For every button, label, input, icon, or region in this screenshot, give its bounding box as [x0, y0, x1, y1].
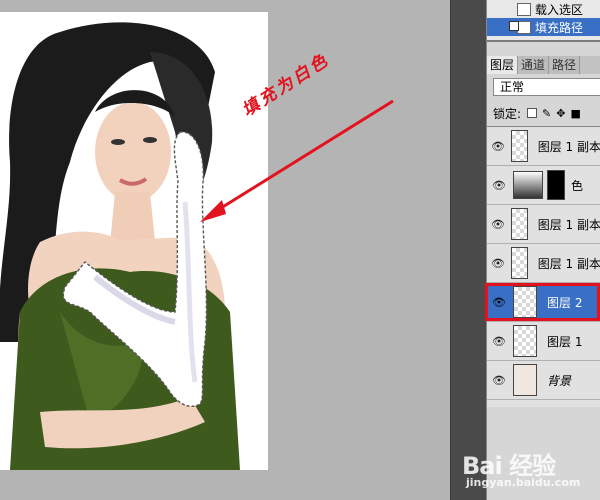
lock-row: 锁定: ✎ ✥ ■: [493, 104, 581, 122]
layer-thumbnail: [510, 208, 528, 240]
layer-thumbnail: [510, 130, 528, 162]
path-item-label: 填充路径: [535, 20, 584, 35]
lock-label: 锁定:: [493, 106, 522, 121]
adjustment-thumbnail: [513, 171, 543, 199]
watermark: Bai 经验 jingyan.baidu.com: [462, 446, 580, 489]
layer-name: 图层 1: [547, 334, 583, 349]
layer-name: 图层 1 副本: [537, 139, 600, 154]
layer-name: 图层 1 副本: [537, 217, 600, 232]
layer-name: 背景: [547, 373, 572, 388]
lock-transparency-checkbox[interactable]: [527, 108, 538, 118]
watermark-url: jingyan.baidu.com: [466, 476, 581, 489]
eye-icon[interactable]: 👁: [491, 257, 505, 270]
panel-tabs: 图层 通道 路径: [487, 56, 600, 74]
layer-row[interactable]: 👁 色: [487, 166, 600, 205]
right-panels: 载入选区 填充路径 图层 通道 路径 正常 锁定: ✎ ✥ ■ 👁 图层 1 副…: [485, 0, 600, 500]
eye-icon[interactable]: 👁: [491, 179, 507, 192]
tab-channels[interactable]: 通道: [518, 56, 550, 74]
path-item-load-selection[interactable]: 载入选区: [487, 0, 600, 18]
panel-dock-strip: [450, 0, 487, 500]
layer-name: 色: [571, 178, 584, 193]
eye-icon[interactable]: 👁: [491, 218, 505, 231]
visibility-checkbox[interactable]: [509, 21, 519, 31]
layer-row[interactable]: 👁 图层 1 副本: [487, 127, 600, 166]
path-item-fill-path[interactable]: 填充路径: [487, 18, 600, 36]
path-thumbnail: [517, 20, 531, 34]
path-thumbnail: [517, 2, 531, 16]
lock-all-icon[interactable]: ■: [570, 107, 580, 120]
blend-mode-select[interactable]: 正常: [493, 78, 600, 96]
canvas-area[interactable]: 填充为白色: [0, 0, 450, 500]
layers-list: 👁 图层 1 副本 👁 色 👁 图层 1 副本 👁 图层 1 副本 👁 图层 2…: [487, 126, 600, 407]
paths-panel: 载入选区 填充路径: [487, 0, 600, 42]
layer-thumbnail: [510, 247, 528, 279]
background-thumbnail: [513, 364, 537, 396]
lock-move-icon[interactable]: ✥: [556, 107, 565, 120]
annotation-arrow: [200, 99, 394, 222]
path-item-label: 载入选区: [535, 2, 584, 17]
eye-icon[interactable]: 👁: [491, 140, 505, 153]
tab-layers[interactable]: 图层: [487, 56, 519, 74]
lock-paint-icon[interactable]: ✎: [542, 107, 551, 120]
eye-icon[interactable]: 👁: [491, 374, 507, 387]
layer-row[interactable]: 👁 图层 1 副本: [487, 205, 600, 244]
highlight-box: [485, 283, 600, 321]
eye-icon[interactable]: 👁: [491, 335, 507, 348]
layer-row[interactable]: 👁 图层 1 副本: [487, 244, 600, 283]
layer-row[interactable]: 👁 图层 1: [487, 322, 600, 361]
layer-row[interactable]: 👁 背景: [487, 361, 600, 400]
layer-thumbnail: [513, 325, 537, 357]
layer-name: 图层 1 副本: [537, 256, 600, 271]
tab-paths[interactable]: 路径: [549, 56, 581, 74]
layer-mask-thumbnail: [547, 170, 565, 200]
